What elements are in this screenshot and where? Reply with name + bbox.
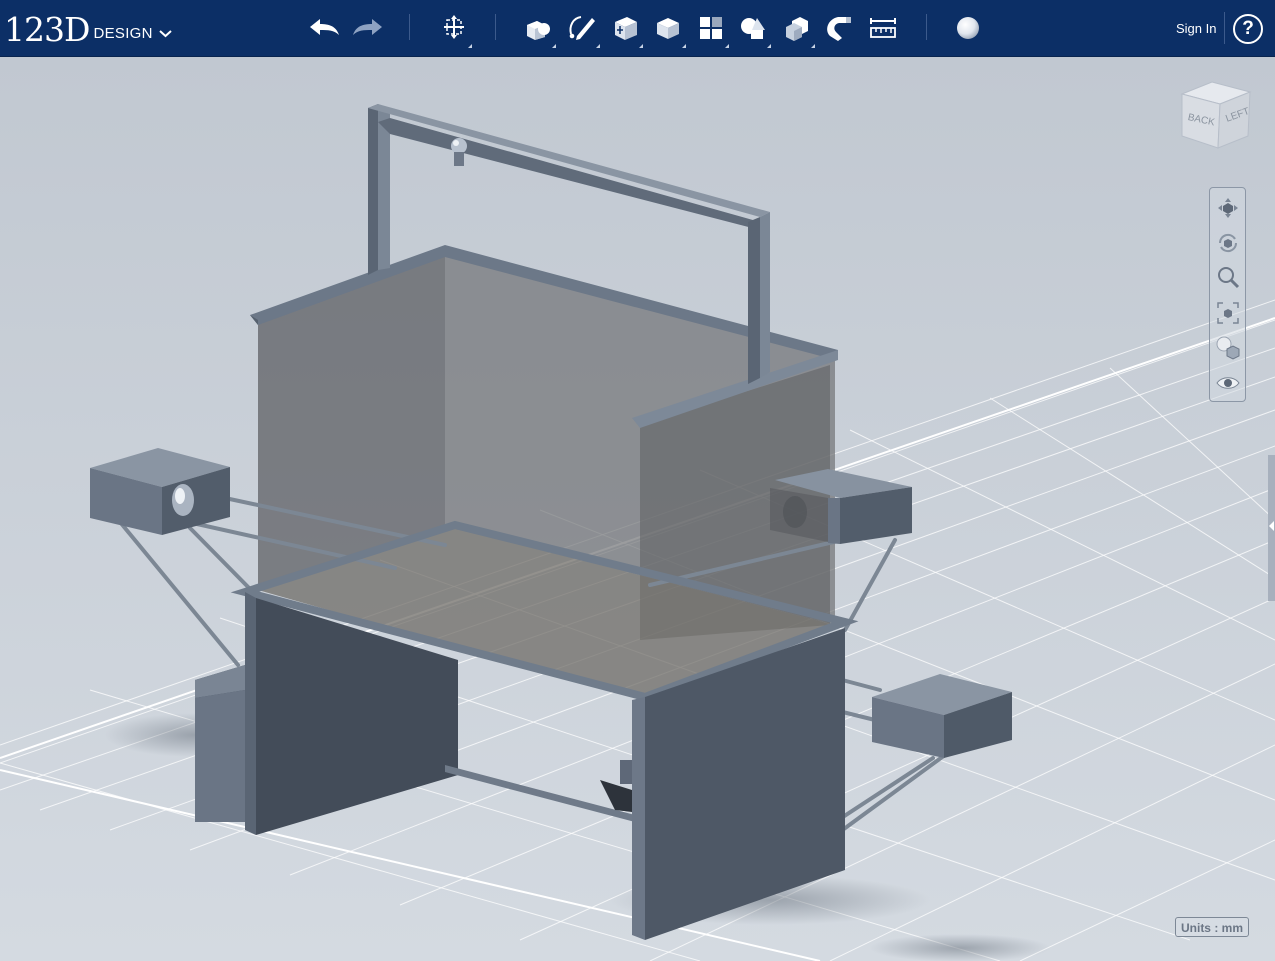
- chevron-down-icon: [159, 30, 172, 38]
- sketch-tool-button[interactable]: [563, 9, 601, 48]
- pattern-tool-button[interactable]: [692, 9, 730, 48]
- snap-icon: [827, 17, 851, 41]
- left-leg-block[interactable]: [195, 665, 245, 822]
- modify-tool-button[interactable]: [649, 9, 687, 48]
- toolbar-separator: [926, 14, 927, 40]
- app-logo-subtitle: DESIGN: [93, 25, 153, 42]
- orbit-button[interactable]: [1213, 228, 1243, 258]
- grouping-tool-button[interactable]: [734, 9, 772, 48]
- pan-icon: [1218, 198, 1238, 218]
- construct-icon: [615, 17, 637, 40]
- view-style-icon: [1216, 336, 1240, 360]
- flyout-indicator: [767, 44, 771, 48]
- primitives-tool-button[interactable]: [519, 9, 557, 48]
- chevron-left-icon: [1269, 521, 1274, 531]
- grouping-icon: [741, 18, 765, 39]
- pattern-icon: [700, 17, 722, 39]
- construct-tool-button[interactable]: [606, 9, 644, 48]
- flyout-indicator: [725, 44, 729, 48]
- fit-icon: [1217, 302, 1239, 324]
- measure-tool-button[interactable]: [864, 9, 902, 47]
- help-button[interactable]: ?: [1233, 14, 1263, 44]
- primitives-icon: [527, 21, 550, 40]
- orbit-icon: [1218, 233, 1238, 253]
- view-style-button[interactable]: [1213, 333, 1243, 363]
- material-icon: [957, 17, 979, 39]
- toolbar-separator: [409, 14, 410, 40]
- pan-button[interactable]: [1213, 193, 1243, 223]
- sign-in-link[interactable]: Sign In: [1176, 21, 1216, 36]
- snap-tool-button[interactable]: [820, 9, 858, 47]
- ground-shadow: [870, 934, 1050, 961]
- material-tool-button[interactable]: [949, 9, 987, 47]
- visibility-icon: [1216, 377, 1240, 389]
- transform-tool-button[interactable]: [435, 9, 473, 48]
- flyout-indicator: [811, 44, 815, 48]
- undo-icon: [310, 19, 339, 35]
- transform-icon: [444, 15, 464, 39]
- modify-icon: [657, 18, 679, 39]
- flyout-indicator: [682, 44, 686, 48]
- combine-tool-button[interactable]: [778, 9, 816, 48]
- flyout-indicator: [552, 44, 556, 48]
- zoom-button[interactable]: [1213, 263, 1243, 293]
- view-cube[interactable]: BACK LEFT: [1176, 78, 1256, 158]
- app-menu-button[interactable]: 123D DESIGN: [4, 8, 172, 48]
- redo-button[interactable]: [349, 9, 387, 47]
- fit-button[interactable]: [1213, 298, 1243, 328]
- undo-button[interactable]: [305, 9, 343, 47]
- zoom-icon: [1218, 267, 1240, 289]
- flyout-indicator: [468, 44, 472, 48]
- redo-icon: [353, 19, 382, 35]
- main-toolbar: 123D DESIGN Sign In ?: [0, 0, 1275, 57]
- units-indicator[interactable]: Units : mm: [1175, 917, 1249, 937]
- measure-icon: [870, 18, 896, 38]
- sketch-icon: [569, 16, 595, 40]
- 3d-viewport[interactable]: BACK LEFT Units: mm: [0, 57, 1275, 961]
- flyout-indicator: [596, 44, 600, 48]
- toolbar-separator: [495, 14, 496, 40]
- navigation-bar: [1209, 187, 1246, 402]
- flyout-indicator: [639, 44, 643, 48]
- combine-icon: [786, 17, 808, 41]
- side-panel-toggle[interactable]: [1268, 455, 1275, 601]
- app-logo: 123D: [4, 10, 90, 49]
- scene-canvas[interactable]: [0, 57, 1275, 961]
- visibility-button[interactable]: [1213, 368, 1243, 398]
- toolbar-separator: [1224, 12, 1225, 44]
